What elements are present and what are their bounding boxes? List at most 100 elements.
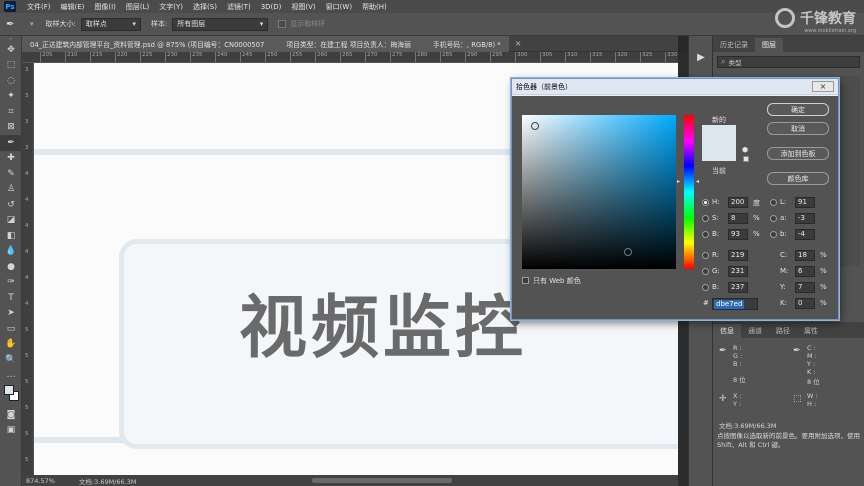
blue-input[interactable]: 237 [728, 282, 748, 293]
ruler-tick-label: 4 [25, 223, 29, 229]
frame-tool-icon[interactable]: ⊠ [0, 120, 22, 136]
ruler-tick-label: 325 [640, 52, 653, 62]
ruler-tick-label: 3 [25, 67, 29, 73]
foreground-color-swatch[interactable] [4, 385, 14, 395]
ruler-tick-label: 220 [115, 52, 128, 62]
saturation-input[interactable]: 8 [728, 213, 748, 224]
cancel-button[interactable]: 取消 [767, 122, 829, 135]
tab-layers[interactable]: 图层 [755, 38, 783, 52]
menu-layer[interactable]: 图层(L) [121, 2, 154, 12]
add-to-swatches-button[interactable]: 添加到色板 [767, 147, 829, 160]
tab-info[interactable]: 信息 [713, 324, 741, 338]
close-tab-icon[interactable]: × [515, 39, 522, 48]
ruler-tick-label: 230 [165, 52, 178, 62]
green-input[interactable]: 231 [728, 266, 748, 277]
move-tool-icon[interactable]: ✥ [0, 42, 22, 58]
black-input[interactable]: 0 [795, 298, 815, 309]
sample-size-select[interactable]: 取样点 ▾ [80, 17, 141, 31]
lab-l-radio[interactable] [770, 199, 777, 206]
web-safe-swatch[interactable] [743, 156, 749, 162]
paint-bucket-icon[interactable]: ◧ [0, 228, 22, 244]
menu-help[interactable]: 帮助(H) [357, 2, 392, 12]
hue-input[interactable]: 200 [728, 197, 748, 208]
eraser-tool-icon[interactable]: ◪ [0, 213, 22, 229]
menu-type[interactable]: 文字(Y) [154, 2, 188, 12]
blur-tool-icon[interactable]: 💧 [0, 244, 22, 260]
play-icon[interactable]: ▶ [689, 46, 713, 68]
tool-preset-chevron-icon[interactable]: ▾ [30, 20, 34, 28]
tab-properties[interactable]: 属性 [797, 324, 825, 338]
lab-a-input[interactable]: -3 [795, 213, 815, 224]
hue-slider-left-arrow-icon[interactable]: ▸ [677, 178, 680, 185]
crop-tool-icon[interactable]: ⌗ [0, 104, 22, 120]
hue-slider[interactable] [684, 115, 694, 269]
shape-tool-icon[interactable]: ▭ [0, 321, 22, 337]
panel-tabs-top: 历史记录 图层 [713, 36, 864, 52]
clone-stamp-icon[interactable]: ♙ [0, 182, 22, 198]
horizontal-scrollbar[interactable] [312, 478, 452, 483]
menu-file[interactable]: 文件(F) [22, 2, 56, 12]
menu-image[interactable]: 图像(I) [89, 2, 121, 12]
document-tab[interactable]: 04_正达建筑内部管理平台_资料管理.psd @ 875% (项目编号：CN00… [22, 35, 509, 52]
green-radio[interactable] [702, 268, 709, 275]
pen-tool-icon[interactable]: ✑ [0, 275, 22, 291]
type-tool-icon[interactable]: T [0, 290, 22, 306]
cyan-input[interactable]: 18 [795, 250, 815, 261]
lab-b-radio[interactable] [770, 231, 777, 238]
eyedropper-tool-icon[interactable]: ✒ [6, 19, 26, 30]
quick-mask-icon[interactable]: ◙ [0, 407, 22, 423]
info-m: M : [807, 352, 817, 360]
saturation-radio[interactable] [702, 215, 709, 222]
menu-edit[interactable]: 编辑(E) [56, 2, 90, 12]
tools-panel: » ✥ ⬚ ◌ ✦ ⌗ ⊠ ✒ ✚ ✎ ♙ ↺ ◪ ◧ 💧 ● ✑ T ➤ ▭ … [0, 36, 22, 486]
quick-select-tool-icon[interactable]: ✦ [0, 89, 22, 105]
zoom-level[interactable]: 874.57% [26, 477, 55, 485]
color-libraries-button[interactable]: 颜色库 [767, 172, 829, 185]
show-ring-checkbox[interactable] [278, 20, 287, 28]
layer-filter-select[interactable]: ⌕ 类型 [717, 56, 860, 68]
lab-a-radio[interactable] [770, 215, 777, 222]
sample-select[interactable]: 所有图层 ▾ [172, 17, 269, 31]
eyedropper-tool-icon[interactable]: ✒ [0, 135, 22, 151]
brush-tool-icon[interactable]: ✎ [0, 166, 22, 182]
marquee-tool-icon[interactable]: ⬚ [0, 58, 22, 74]
red-radio[interactable] [702, 252, 709, 259]
red-input[interactable]: 219 [728, 250, 748, 261]
path-select-icon[interactable]: ➤ [0, 306, 22, 322]
brightness-input[interactable]: 93 [728, 229, 748, 240]
current-color-swatch[interactable] [702, 143, 736, 161]
web-only-checkbox[interactable] [522, 277, 529, 284]
menu-view[interactable]: 视图(V) [286, 2, 320, 12]
screen-mode-icon[interactable]: ▣ [0, 423, 22, 439]
yellow-input[interactable]: 7 [795, 282, 815, 293]
menu-filter[interactable]: 滤镜(T) [222, 2, 256, 12]
magenta-input[interactable]: 6 [795, 266, 815, 277]
healing-brush-icon[interactable]: ✚ [0, 151, 22, 167]
lab-b-input[interactable]: -4 [795, 229, 815, 240]
color-field-marker[interactable] [531, 122, 539, 130]
cube-warning-icon[interactable]: ⬢ [742, 146, 748, 154]
history-brush-icon[interactable]: ↺ [0, 197, 22, 213]
color-swatches[interactable] [0, 383, 21, 407]
hue-slider-right-arrow-icon[interactable]: ◂ [696, 178, 699, 185]
tab-paths[interactable]: 路径 [769, 324, 797, 338]
ok-button[interactable]: 确定 [767, 103, 829, 116]
watermark-url: www.mobiletrain.org [804, 28, 856, 34]
hex-input[interactable]: dbe7ed [712, 298, 758, 310]
zoom-tool-icon[interactable]: 🔍 [0, 352, 22, 368]
dodge-tool-icon[interactable]: ● [0, 259, 22, 275]
blue-radio[interactable] [702, 284, 709, 291]
lab-l-input[interactable]: 91 [795, 197, 815, 208]
tab-channels[interactable]: 通道 [741, 324, 769, 338]
close-icon[interactable]: × [812, 81, 834, 92]
color-field[interactable] [522, 115, 676, 269]
more-tools-icon[interactable]: … [0, 368, 22, 384]
menu-3d[interactable]: 3D(D) [256, 3, 287, 11]
menu-select[interactable]: 选择(S) [188, 2, 222, 12]
menu-window[interactable]: 窗口(W) [321, 2, 357, 12]
hand-tool-icon[interactable]: ✋ [0, 337, 22, 353]
brightness-radio[interactable] [702, 231, 709, 238]
tab-history[interactable]: 历史记录 [713, 38, 755, 52]
hue-radio[interactable] [702, 199, 709, 206]
lasso-tool-icon[interactable]: ◌ [0, 73, 22, 89]
